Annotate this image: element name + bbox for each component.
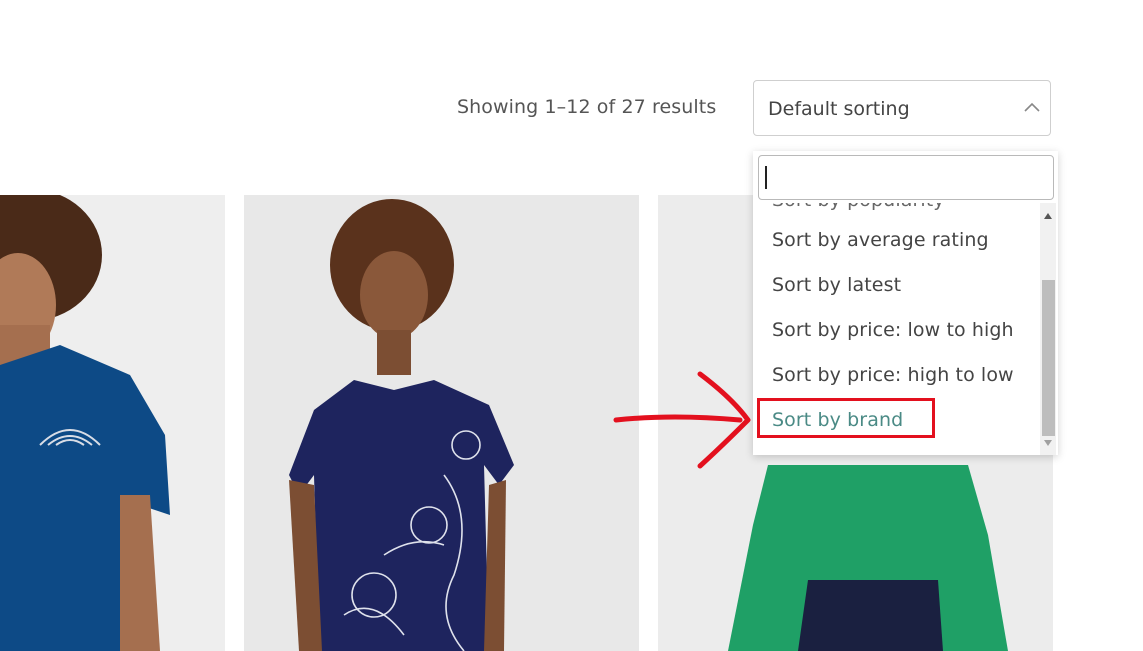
sort-option-popularity[interactable]: Sort by popularity bbox=[772, 203, 945, 211]
sort-option-latest[interactable]: Sort by latest bbox=[772, 274, 901, 296]
hand-drawn-arrow-icon bbox=[613, 371, 751, 469]
sort-option-price-high-low[interactable]: Sort by price: high to low bbox=[772, 364, 1014, 386]
dropdown-scrollbar[interactable] bbox=[1040, 203, 1056, 455]
scroll-up-arrow-icon[interactable] bbox=[1044, 213, 1052, 219]
sort-select[interactable]: Default sorting bbox=[753, 80, 1051, 136]
scrollbar-thumb[interactable] bbox=[1042, 280, 1055, 436]
sort-option-price-low-high[interactable]: Sort by price: low to high bbox=[772, 319, 1014, 341]
product-image[interactable] bbox=[244, 195, 639, 651]
product-image[interactable] bbox=[0, 195, 225, 651]
result-count: Showing 1–12 of 27 results bbox=[457, 96, 717, 118]
text-caret bbox=[765, 166, 767, 189]
shop-page: Showing 1–12 of 27 results Default sorti… bbox=[0, 0, 1143, 651]
scroll-down-arrow-icon[interactable] bbox=[1044, 440, 1052, 446]
sort-option-average-rating[interactable]: Sort by average rating bbox=[772, 229, 989, 251]
sort-select-value: Default sorting bbox=[768, 98, 910, 120]
highlight-box bbox=[757, 398, 935, 438]
dropdown-search-input[interactable] bbox=[758, 155, 1054, 200]
chevron-up-icon bbox=[1024, 102, 1040, 112]
